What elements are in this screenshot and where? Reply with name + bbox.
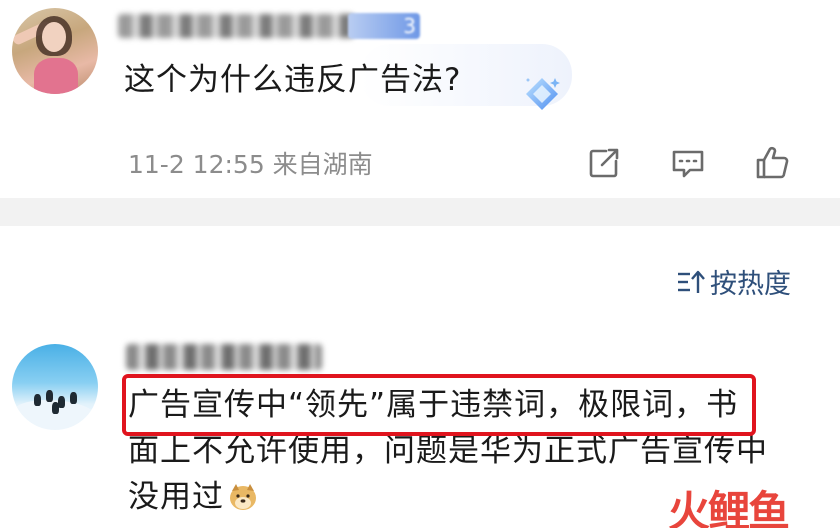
user-avatar[interactable] (12, 8, 98, 94)
sort-label: 按热度 (710, 269, 791, 300)
username-blurred[interactable] (118, 14, 354, 38)
sort-icon (678, 270, 705, 293)
highlight-box (122, 374, 756, 436)
comment-icon[interactable] (668, 143, 708, 183)
sort-by-hot-button[interactable]: 按热度 (674, 262, 791, 301)
diamond-icon (526, 78, 560, 110)
user-level-badge: 3 (348, 13, 420, 39)
comments-page: 3 这个为什么违反广告法? 11-2 12:55 来自湖南 按热度 广告宣传中“… (0, 0, 840, 528)
watermark-logo: 火鲤鱼 (668, 487, 790, 528)
comment-line: 没用过 (128, 479, 224, 515)
thumbs-up-icon[interactable] (752, 143, 792, 183)
username-blurred[interactable] (126, 344, 322, 370)
share-icon[interactable] (584, 143, 624, 183)
doge-emoji (230, 484, 256, 510)
comment-text: 这个为什么违反广告法? (124, 62, 462, 98)
comment-timestamp-location: 11-2 12:55 来自湖南 (128, 150, 373, 179)
section-divider (0, 198, 840, 226)
user-avatar[interactable] (12, 344, 98, 430)
